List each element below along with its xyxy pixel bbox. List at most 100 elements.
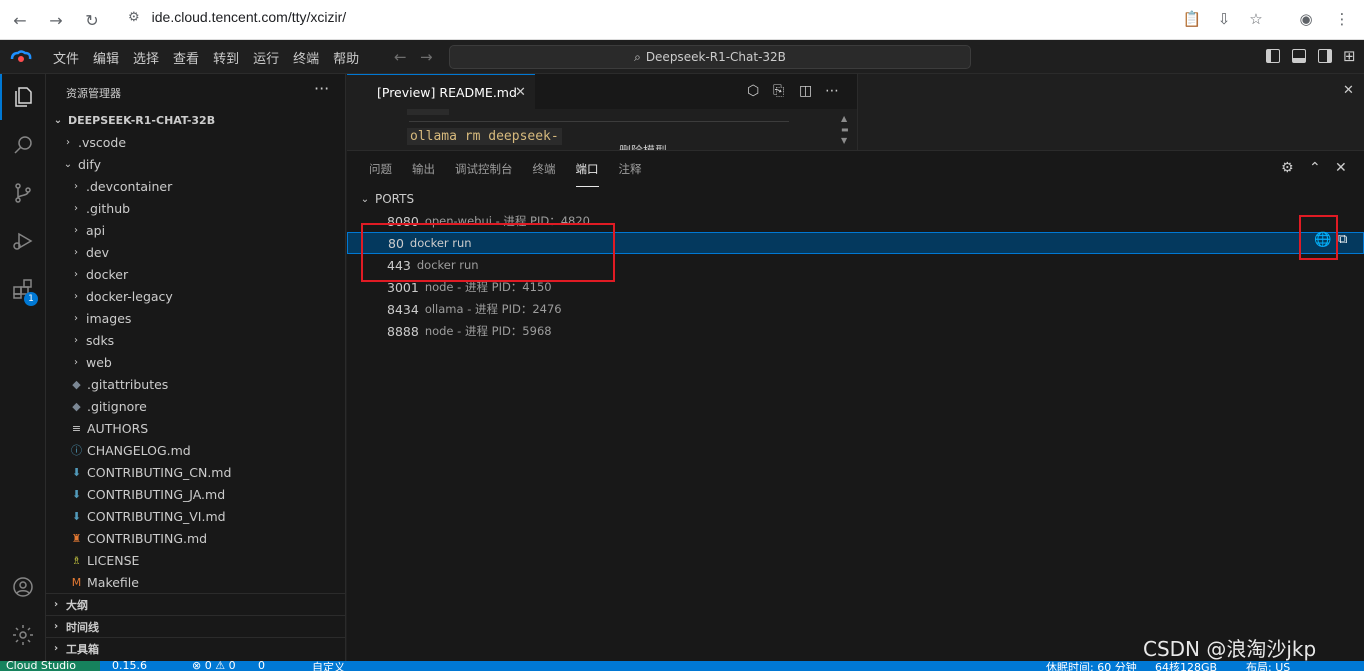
run-debug-icon[interactable] — [0, 218, 46, 264]
outline-section[interactable]: › 大纲 — [46, 593, 346, 615]
tree-item-label: .devcontainer — [86, 178, 173, 194]
workspace-root[interactable]: ⌄ DEEPSEEK-R1-CHAT-32B — [46, 109, 346, 131]
menu-help[interactable]: 帮助 — [326, 48, 366, 67]
customize-label[interactable]: 自定义 — [312, 661, 345, 671]
maximize-panel-icon[interactable]: ⌃ — [1309, 160, 1321, 176]
tree-item-label: LICENSE — [87, 552, 140, 568]
open-source-icon[interactable]: ⬡ — [747, 83, 759, 99]
toggle-secondary-sidebar-icon[interactable] — [1318, 49, 1332, 63]
tree-item[interactable]: ⌄ dify — [62, 153, 101, 175]
ports-section-label: PORTS — [375, 192, 415, 206]
keyboard-layout[interactable]: 布局: US — [1246, 661, 1290, 671]
open-changes-icon[interactable]: ⎘ — [773, 83, 784, 99]
ports-indicator[interactable]: 0 — [258, 661, 265, 671]
close-tab-icon[interactable]: ✕ — [515, 85, 526, 100]
explorer-more-actions-icon[interactable]: ··· — [314, 79, 329, 98]
tree-item[interactable]: ⬇ CONTRIBUTING_CN.md — [70, 461, 232, 483]
text-file-icon: ≡ — [71, 421, 82, 435]
machine-spec[interactable]: 64核128GB — [1155, 661, 1217, 671]
address-bar[interactable]: ⚙ ide.cloud.tencent.com/tty/xcizir/ — [118, 1, 1274, 33]
tree-item[interactable]: › sdks — [70, 329, 114, 351]
tab-problems[interactable]: 问题 — [369, 151, 392, 187]
reload-icon[interactable]: ↻ — [78, 6, 106, 34]
md-file-icon: ⬇ — [71, 487, 82, 501]
tree-item[interactable]: ◆ .gitignore — [70, 395, 147, 417]
secondary-editor-area: ✕ — [857, 74, 1364, 150]
tab-readme-preview[interactable]: [Preview] README.md ✕ — [347, 74, 535, 109]
menu-edit[interactable]: 编辑 — [86, 48, 126, 67]
menu-file[interactable]: 文件 — [46, 48, 86, 67]
menu-view[interactable]: 查看 — [166, 48, 206, 67]
tab-debug-console[interactable]: 调试控制台 — [455, 151, 513, 187]
toggle-sidebar-icon[interactable] — [1266, 49, 1280, 63]
extensions-badge: 1 — [24, 292, 38, 306]
workspace-root-label: DEEPSEEK-R1-CHAT-32B — [68, 113, 216, 127]
chevron-right-icon: › — [74, 290, 78, 302]
preview-in-editor-icon[interactable]: ⧉ — [1338, 232, 1347, 247]
tree-item[interactable]: ⬇ CONTRIBUTING_JA.md — [70, 483, 225, 505]
tree-item[interactable]: › .devcontainer — [70, 175, 172, 197]
tree-item[interactable]: › dev — [70, 241, 109, 263]
tree-item[interactable]: › .vscode — [62, 131, 126, 153]
nav-forward-icon[interactable]: → — [420, 48, 433, 66]
close-panel-icon[interactable]: ✕ — [1343, 83, 1354, 98]
tree-item-label: CONTRIBUTING.md — [87, 530, 208, 546]
ports-section-header[interactable]: ⌄ PORTS — [359, 188, 414, 210]
tree-item[interactable]: ◆ .gitattributes — [70, 373, 168, 395]
source-control-icon[interactable] — [0, 170, 46, 216]
menu-selection[interactable]: 选择 — [126, 48, 166, 67]
back-arrow-icon[interactable]: ← — [6, 6, 34, 34]
tree-item[interactable]: › images — [70, 307, 131, 329]
tree-item[interactable]: ≡ AUTHORS — [70, 417, 148, 439]
code-snippet-partial — [407, 109, 449, 115]
settings-gear-icon[interactable] — [0, 612, 46, 658]
search-view-icon[interactable] — [0, 122, 46, 168]
profile-icon[interactable]: ◉ — [1292, 5, 1320, 33]
tree-item[interactable]: ⓘ CHANGELOG.md — [70, 439, 191, 461]
tree-item[interactable]: › api — [70, 219, 105, 241]
scrollbar[interactable]: ▲ ▬ ▼ — [841, 113, 851, 147]
tab-terminal[interactable]: 终端 — [533, 151, 556, 187]
tree-item[interactable]: › docker-legacy — [70, 285, 173, 307]
editor-more-actions-icon[interactable]: ⋯ — [825, 83, 839, 99]
toolbox-section[interactable]: › 工具箱 — [46, 637, 346, 659]
tree-item-label: images — [86, 310, 132, 326]
tab-ports[interactable]: 端口 — [575, 151, 599, 187]
problems-indicator[interactable]: ⊗ 0 ⚠ 0 — [192, 661, 236, 671]
idle-timeout[interactable]: 休眠时间: 60 分钟 — [1046, 661, 1137, 671]
accounts-icon[interactable] — [0, 564, 46, 610]
close-panel-icon[interactable]: ✕ — [1335, 160, 1347, 176]
forward-arrow-icon[interactable]: → — [42, 6, 70, 34]
customize-layout-icon[interactable]: ⊞ — [1343, 47, 1356, 65]
tree-item[interactable]: ♗ LICENSE — [70, 549, 140, 571]
tree-item[interactable]: ♜ CONTRIBUTING.md — [70, 527, 208, 549]
bookmark-star-icon[interactable]: ☆ — [1242, 5, 1270, 33]
split-editor-icon[interactable]: ◫ — [799, 83, 812, 99]
tab-output[interactable]: 输出 — [412, 151, 435, 187]
install-app-icon[interactable]: ⇩ — [1210, 5, 1238, 33]
kebab-menu-icon[interactable]: ⋮ — [1328, 5, 1356, 33]
explorer-icon[interactable] — [0, 74, 46, 120]
nav-back-icon[interactable]: ← — [394, 48, 407, 66]
timeline-section[interactable]: › 时间线 — [46, 615, 346, 637]
tree-item[interactable]: M Makefile — [70, 571, 139, 593]
menu-terminal[interactable]: 终端 — [286, 48, 326, 67]
toggle-panel-icon[interactable] — [1292, 49, 1306, 63]
command-center[interactable]: ⌕ Deepseek-R1-Chat-32B — [449, 45, 971, 69]
tab-comments[interactable]: 注释 — [619, 151, 642, 187]
menu-go[interactable]: 转到 — [206, 48, 246, 67]
version-label[interactable]: 0.15.6 — [112, 661, 147, 671]
remote-indicator[interactable]: Cloud Studio — [0, 661, 100, 671]
port-row[interactable]: 8888 node - 进程 PID：5968 — [347, 320, 1364, 342]
port-row[interactable]: 8434 ollama - 进程 PID：2476 — [347, 298, 1364, 320]
panel-settings-gear-icon[interactable]: ⚙ — [1281, 160, 1294, 176]
tree-item[interactable]: › .github — [70, 197, 130, 219]
menu-run[interactable]: 运行 — [246, 48, 286, 67]
tree-item[interactable]: ⬇ CONTRIBUTING_VI.md — [70, 505, 226, 527]
clipboard-icon[interactable]: 📋 — [1178, 5, 1206, 33]
tree-item[interactable]: › web — [70, 351, 112, 373]
tree-item[interactable]: › docker — [70, 263, 128, 285]
extensions-icon[interactable]: 1 — [0, 266, 46, 312]
site-settings-icon[interactable]: ⚙ — [128, 9, 140, 25]
tab-label: [Preview] README.md — [377, 84, 517, 100]
